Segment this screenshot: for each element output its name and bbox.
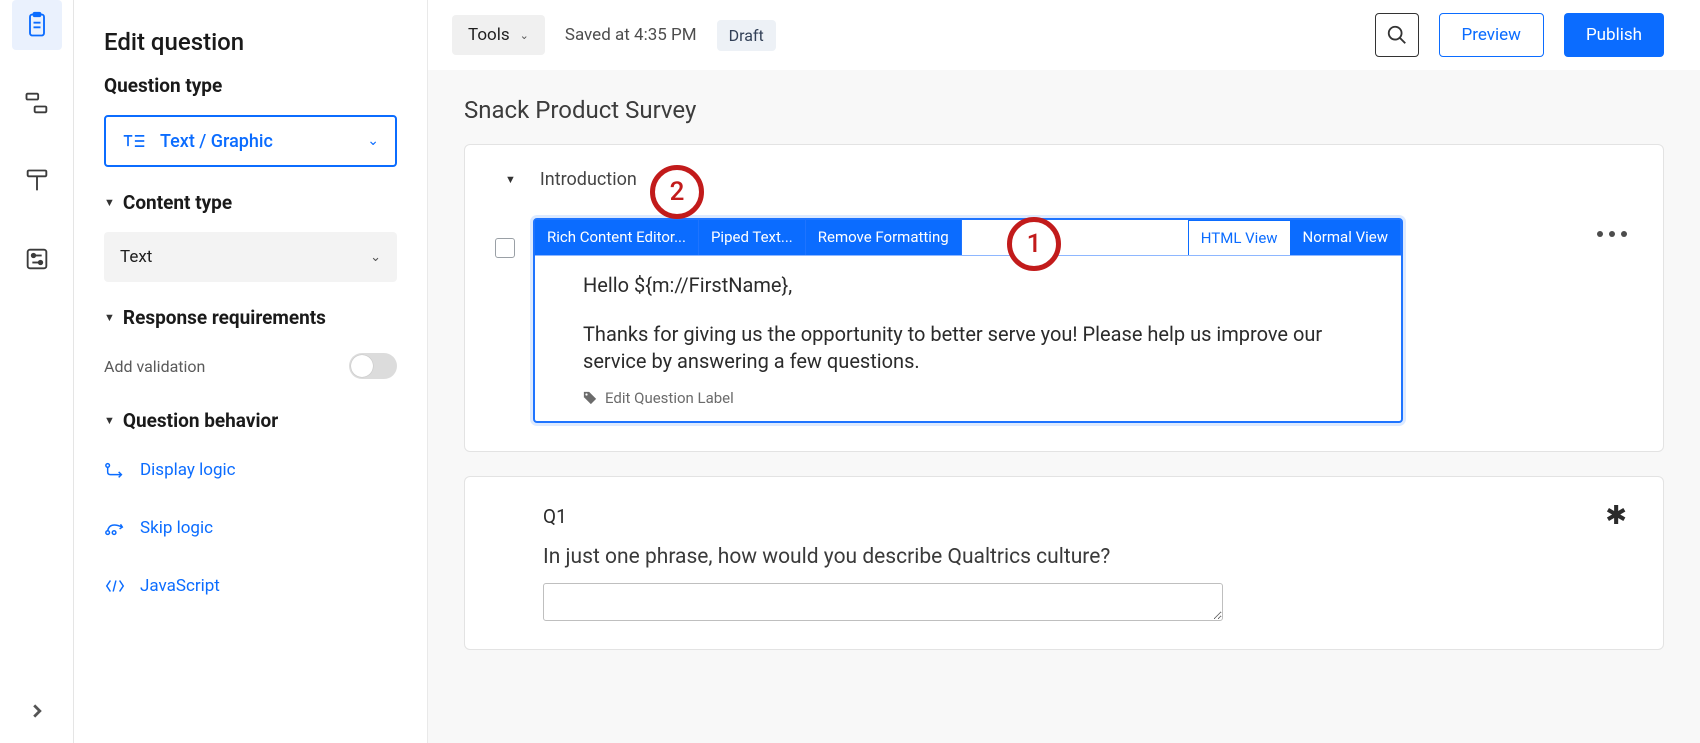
question-body[interactable]: Hello ${m://FirstName}, Thanks for givin… [535,256,1401,421]
caret-down-icon: ▼ [505,173,516,186]
caret-down-icon: ▼ [104,311,115,324]
response-textarea[interactable] [543,583,1223,621]
chevron-down-icon: ⌄ [367,133,379,149]
rail-collapse-chevron[interactable] [23,697,51,725]
block-header[interactable]: ▼ Introduction [505,169,1633,190]
text-graphic-icon [122,132,146,150]
question-select-checkbox[interactable] [495,238,515,258]
display-logic-link[interactable]: Display logic [104,450,397,490]
javascript-link[interactable]: JavaScript [104,566,397,606]
draft-badge: Draft [717,20,776,51]
saved-timestamp: Saved at 4:35 PM [565,25,697,45]
tag-icon [583,391,597,405]
add-validation-toggle[interactable] [349,353,397,379]
required-star-icon: ✱ [1605,501,1633,531]
tab-html-view[interactable]: HTML View [1188,220,1291,255]
content-type-select[interactable]: Text ⌄ [104,232,397,282]
survey-title: Snack Product Survey [464,96,1664,124]
question-editor[interactable]: Rich Content Editor... Piped Text... Rem… [533,218,1403,423]
tab-rich-content[interactable]: Rich Content Editor... [535,220,699,255]
rail-survey-icon[interactable] [12,0,62,50]
tab-piped-text[interactable]: Piped Text... [699,220,806,255]
search-icon [1386,24,1408,46]
search-button[interactable] [1375,13,1419,57]
question-more-menu[interactable] [1597,231,1627,237]
content-type-heading[interactable]: ▼ Content type [104,185,397,214]
rail-theme-icon[interactable] [12,156,62,206]
rail-flow-icon[interactable] [12,78,62,128]
skip-logic-link[interactable]: Skip logic [104,508,397,548]
survey-block-q1[interactable]: Q1 ✱ In just one phrase, how would you d… [464,476,1664,650]
question-text: In just one phrase, how would you descri… [495,545,1633,569]
panel-title: Edit question [104,28,397,56]
preview-button[interactable]: Preview [1439,13,1544,57]
publish-button[interactable]: Publish [1564,13,1664,57]
block-name: Introduction [540,169,637,190]
edit-question-label[interactable]: Edit Question Label [583,389,1353,407]
editor-toolbar: Rich Content Editor... Piped Text... Rem… [535,220,1401,256]
question-type-select[interactable]: Text / Graphic ⌄ [104,115,397,167]
qtype-heading: Question type [104,74,397,97]
caret-down-icon: ▼ [104,196,115,209]
survey-block-intro: 1 2 ▼ Introduction Rich Content Editor..… [464,144,1664,452]
tools-dropdown[interactable]: Tools ⌄ [452,15,545,55]
response-req-heading[interactable]: ▼ Response requirements [104,300,397,329]
chevron-down-icon: ⌄ [520,29,529,42]
tab-remove-formatting[interactable]: Remove Formatting [806,220,962,255]
question-behavior-heading[interactable]: ▼ Question behavior [104,403,397,432]
intro-greeting: Hello ${m://FirstName}, [583,272,1353,299]
intro-body: Thanks for giving us the opportunity to … [583,321,1353,375]
chevron-down-icon: ⌄ [370,250,381,265]
caret-down-icon: ▼ [104,414,115,427]
add-validation-label: Add validation [104,357,205,376]
qtype-value: Text / Graphic [160,131,353,152]
tab-normal-view[interactable]: Normal View [1291,220,1401,255]
rail-options-icon[interactable] [12,234,62,284]
content-type-value: Text [120,247,370,267]
question-id: Q1 [495,505,567,528]
